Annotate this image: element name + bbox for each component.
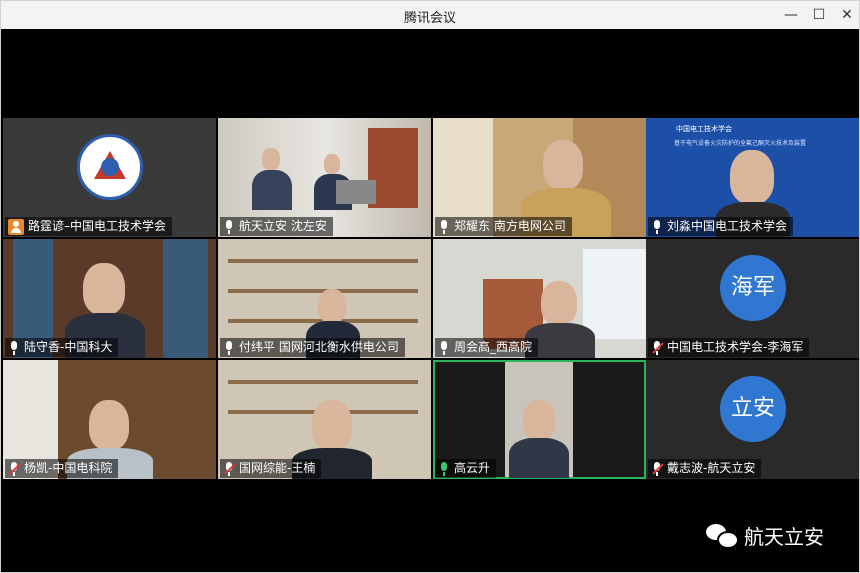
meeting-window: 腾讯会议 — ☐ ✕ 路霆谚–中国电工技术学会 航天立安 沈左安 郑耀东 南方电… xyxy=(0,0,860,573)
participant-tile[interactable]: 中国电工技术学会 基于电气设备火灾防护的全氟己酮灭火技术及装置 刘淼中国电工技术… xyxy=(646,118,859,237)
participant-label: 中国电工技术学会-李海军 xyxy=(648,338,810,357)
participant-label: 周会高_西高院 xyxy=(435,338,539,357)
wechat-icon xyxy=(706,523,739,549)
mic-icon xyxy=(651,219,663,234)
participant-tile[interactable]: 立安 戴志波-航天立安 xyxy=(646,360,859,479)
participant-label: 航天立安 沈左安 xyxy=(220,217,333,236)
participant-tile[interactable]: 付纬平 国网河北衡水供电公司 xyxy=(218,239,431,358)
close-icon[interactable]: ✕ xyxy=(832,1,860,29)
mic-icon xyxy=(223,340,235,355)
participant-name: 国网综能-王楠 xyxy=(239,461,316,475)
participant-name: 中国电工技术学会-李海军 xyxy=(667,340,804,354)
participant-label: 路霆谚–中国电工技术学会 xyxy=(5,217,173,236)
participant-label: 刘淼中国电工技术学会 xyxy=(648,217,794,236)
watermark: 航天立安 xyxy=(706,521,824,550)
participant-label: 戴志波-航天立安 xyxy=(648,459,762,478)
participant-name: 付纬平 国网河北衡水供电公司 xyxy=(239,340,399,354)
participant-label: 高云升 xyxy=(435,459,497,478)
participant-tile-active[interactable]: 高云升 xyxy=(433,360,646,479)
participant-tile[interactable]: 周会高_西高院 xyxy=(433,239,646,358)
mic-speaking-icon xyxy=(438,461,450,476)
mic-muted-icon xyxy=(651,340,664,355)
participant-name: 杨凯-中国电科院 xyxy=(24,461,113,475)
watermark-text: 航天立安 xyxy=(744,525,824,549)
user-icon xyxy=(8,218,24,235)
mic-icon xyxy=(438,219,450,234)
participant-tile[interactable]: 海军 中国电工技术学会-李海军 xyxy=(646,239,859,358)
society-logo xyxy=(77,134,143,200)
avatar: 立安 xyxy=(720,376,786,442)
slide-headline: 基于电气设备火灾防护的全氟己酮灭火技术及装置 xyxy=(674,140,807,147)
participant-label: 陆守香-中国科大 xyxy=(5,338,119,357)
avatar: 海军 xyxy=(720,255,786,321)
participant-name: 戴志波-航天立安 xyxy=(667,461,756,475)
mic-muted-icon xyxy=(8,461,21,476)
window-title: 腾讯会议 xyxy=(403,11,456,26)
participant-tile[interactable]: 杨凯-中国电科院 xyxy=(3,360,216,479)
participant-label: 国网综能-王楠 xyxy=(220,459,322,478)
mic-icon xyxy=(223,219,235,234)
participant-tile[interactable]: 陆守香-中国科大 xyxy=(3,239,216,358)
participant-tile[interactable]: 国网综能-王楠 xyxy=(218,360,431,479)
mic-icon xyxy=(8,340,20,355)
participant-tile[interactable]: 郑耀东 南方电网公司 xyxy=(433,118,646,237)
participant-grid: 路霆谚–中国电工技术学会 航天立安 沈左安 郑耀东 南方电网公司 中国电工技术学… xyxy=(1,118,859,480)
mic-muted-icon xyxy=(223,461,236,476)
slide-org: 中国电工技术学会 xyxy=(676,125,732,133)
mic-muted-icon xyxy=(651,461,664,476)
participant-tile[interactable]: 航天立安 沈左安 xyxy=(218,118,431,237)
maximize-icon[interactable]: ☐ xyxy=(804,1,834,29)
mic-icon xyxy=(438,340,450,355)
title-bar: 腾讯会议 — ☐ ✕ xyxy=(1,1,859,29)
participant-name: 周会高_西高院 xyxy=(454,340,533,354)
participant-name: 航天立安 沈左安 xyxy=(239,219,327,233)
participant-name: 刘淼中国电工技术学会 xyxy=(667,219,788,233)
video-area: 路霆谚–中国电工技术学会 航天立安 沈左安 郑耀东 南方电网公司 中国电工技术学… xyxy=(1,29,859,572)
participant-name: 高云升 xyxy=(454,461,491,475)
minimize-icon[interactable]: — xyxy=(776,1,806,29)
participant-label: 付纬平 国网河北衡水供电公司 xyxy=(220,338,405,357)
participant-label: 杨凯-中国电科院 xyxy=(5,459,119,478)
participant-name: 郑耀东 南方电网公司 xyxy=(454,219,566,233)
participant-label: 郑耀东 南方电网公司 xyxy=(435,217,572,236)
participant-tile[interactable]: 路霆谚–中国电工技术学会 xyxy=(3,118,216,237)
participant-name: 路霆谚–中国电工技术学会 xyxy=(28,219,167,233)
participant-name: 陆守香-中国科大 xyxy=(24,340,113,354)
